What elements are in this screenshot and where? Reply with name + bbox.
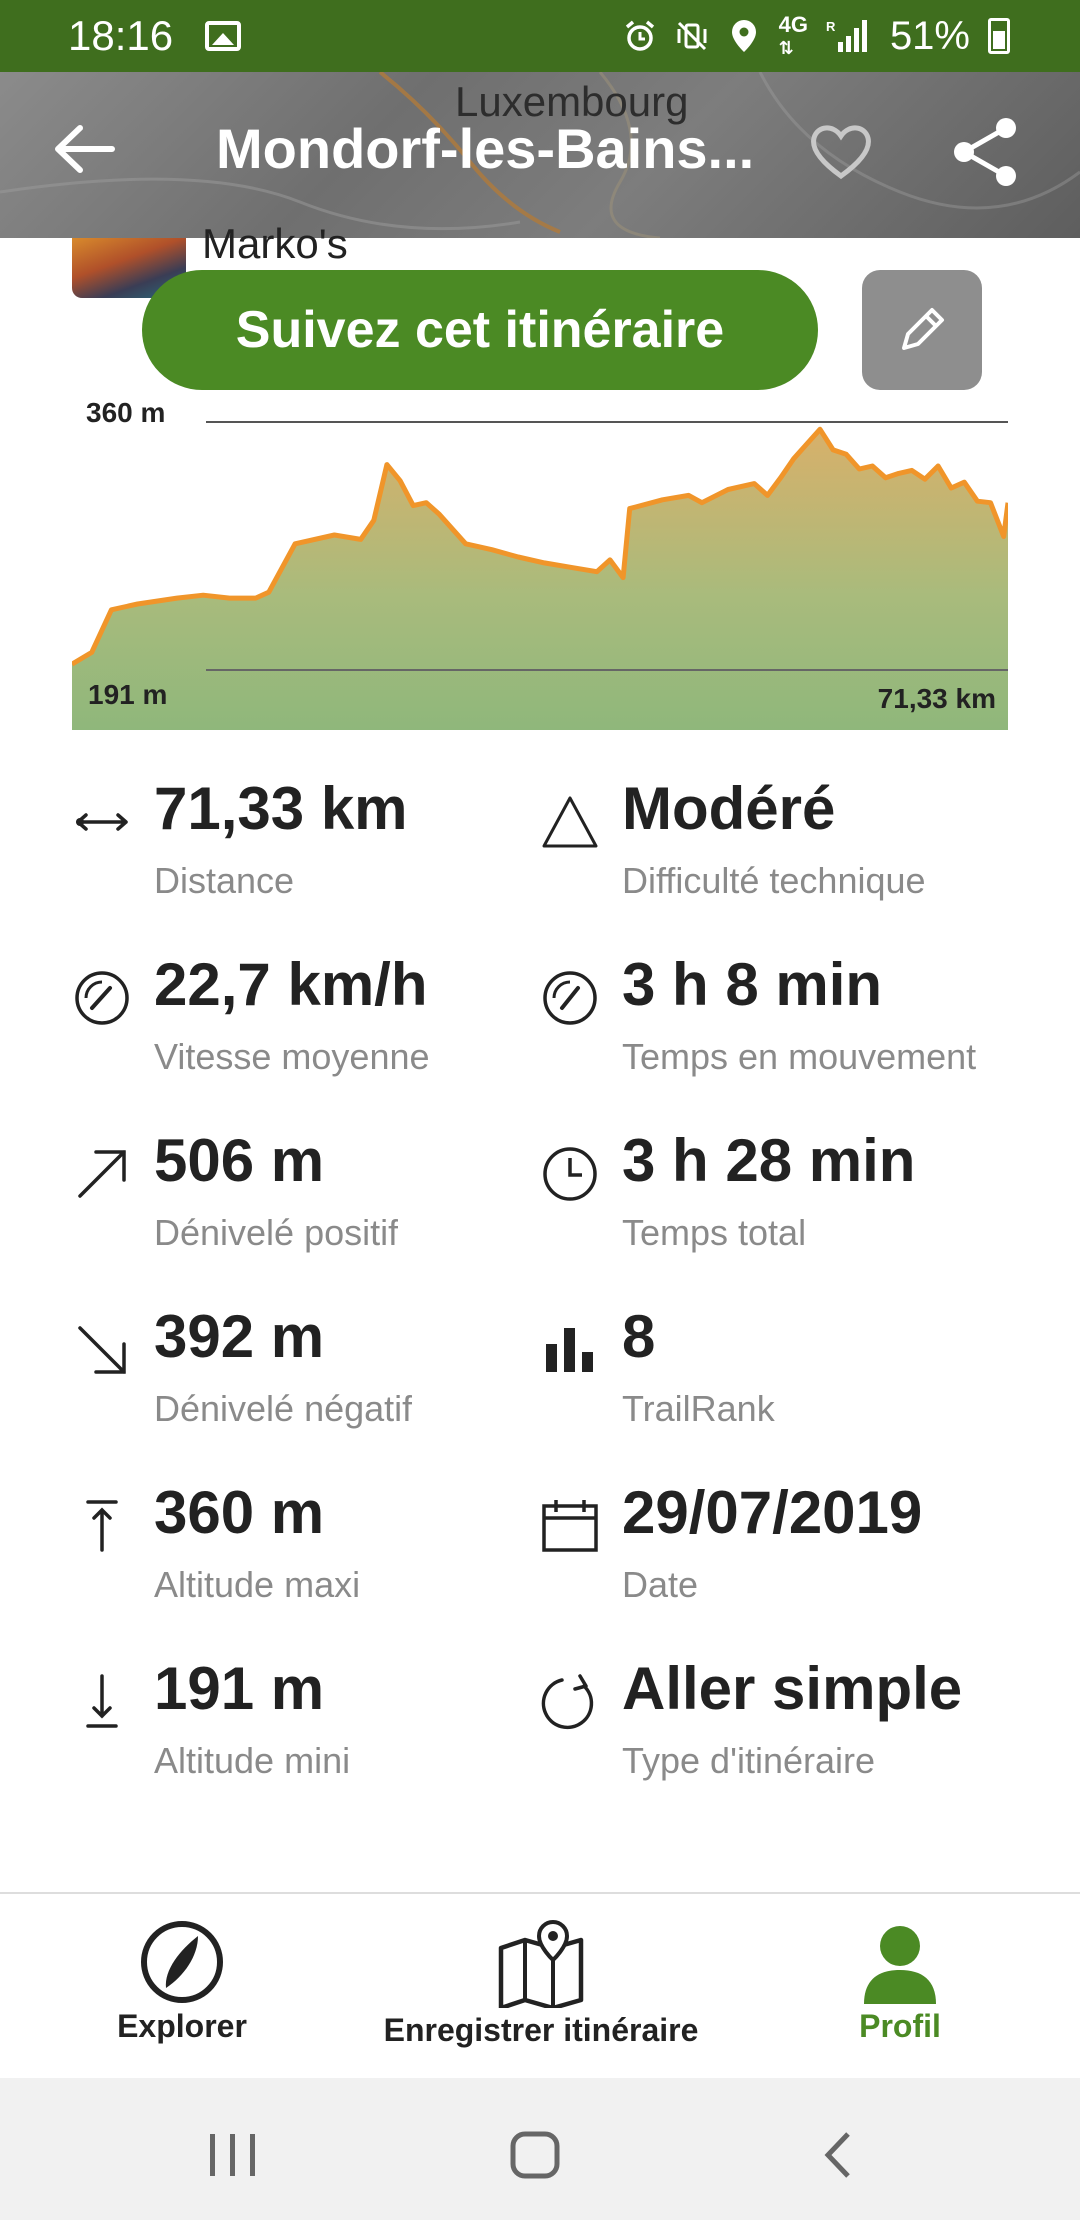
stat-value: 71,33 km	[154, 775, 408, 842]
share-button[interactable]	[948, 114, 1024, 190]
stat-label: Distance	[154, 860, 295, 901]
stat-value: 3 h 28 min	[622, 1127, 916, 1194]
stat-elevation-gain: 506 m Dénivelé positif	[72, 1122, 542, 1272]
stat-label: Vitesse moyenne	[154, 1036, 430, 1077]
gallery-notification-icon	[205, 21, 242, 51]
stat-value: 392 m	[154, 1303, 325, 1370]
elevation-chart[interactable]: 360 m 191 m 71,33 km	[70, 390, 1011, 730]
stat-label: Altitude mini	[154, 1740, 351, 1781]
stat-label: Altitude maxi	[154, 1564, 361, 1605]
stat-value: 360 m	[154, 1479, 325, 1546]
location-icon	[727, 19, 761, 53]
chart-distance-label: 71,33 km	[878, 683, 996, 714]
follow-trail-button[interactable]: Suivez cet itinéraire	[142, 270, 818, 390]
chart-max-label: 360 m	[86, 397, 165, 428]
nav-record-label: Enregistrer itinéraire	[383, 2012, 699, 2048]
profile-icon	[864, 1926, 936, 2004]
nav-explore-label: Explorer	[117, 2008, 247, 2044]
stat-value: 506 m	[154, 1127, 325, 1194]
share-icon	[954, 118, 1016, 186]
stat-moving-time: 3 h 8 min Temps en mouvement	[540, 946, 1010, 1096]
stat-date: 29/07/2019 Date	[540, 1474, 1010, 1624]
stat-difficulty: Modéré Difficulté technique	[540, 770, 1010, 920]
bottom-nav: Explorer Enregistrer itinéraire Profil	[0, 1892, 1080, 2078]
status-time: 18:16	[68, 12, 174, 59]
stat-label: Temps en mouvement	[622, 1036, 977, 1077]
stat-elevation-loss: 392 m Dénivelé négatif	[72, 1298, 542, 1448]
author-name[interactable]: Marko's	[202, 220, 348, 268]
stat-trailrank: 8 TrailRank	[540, 1298, 1010, 1448]
back-button[interactable]	[48, 112, 122, 186]
altitude-min-icon	[86, 1674, 118, 1728]
stat-value: Modéré	[622, 775, 836, 842]
calendar-icon	[542, 1500, 598, 1552]
stat-label: TrailRank	[622, 1388, 775, 1429]
stat-distance: 71,33 km Distance	[72, 770, 542, 920]
elevation-area	[72, 429, 1008, 730]
stat-label: Dénivelé négatif	[154, 1388, 413, 1429]
route-type-icon	[541, 1674, 594, 1730]
network-type: 4G ⇅	[778, 11, 808, 58]
altitude-max-icon	[86, 1500, 118, 1552]
moving-time-icon	[543, 971, 597, 1025]
stat-total-time: 3 h 28 min Temps total	[540, 1122, 1010, 1272]
stat-speed: 22,7 km/h Vitesse moyenne	[72, 946, 542, 1096]
stat-route-type: Aller simple Type d'itinéraire	[540, 1650, 1010, 1800]
alarm-icon	[623, 19, 657, 53]
status-icons: 4G ⇅ R 51%	[623, 0, 1010, 72]
difficulty-icon	[542, 796, 598, 848]
nav-profile-label: Profil	[859, 2008, 941, 2044]
stat-altitude-min: 191 m Altitude mini	[72, 1650, 542, 1800]
chart-min-label: 191 m	[88, 679, 167, 710]
heart-icon	[811, 125, 871, 180]
stat-label: Dénivelé positif	[154, 1212, 399, 1253]
elevation-gain-icon	[78, 1150, 126, 1198]
stat-label: Temps total	[622, 1212, 807, 1253]
stat-value: 22,7 km/h	[154, 951, 428, 1018]
stat-value: 29/07/2019	[622, 1479, 923, 1546]
battery-icon	[988, 18, 1010, 54]
system-back-icon[interactable]	[824, 2132, 850, 2178]
favorite-button[interactable]	[806, 116, 876, 186]
distance-icon	[76, 813, 128, 831]
recent-apps-icon[interactable]	[210, 2134, 255, 2176]
speed-icon	[75, 971, 129, 1025]
clock-icon	[543, 1147, 597, 1201]
nav-profile[interactable]: Profil	[800, 1920, 1000, 2045]
map-pin-icon	[498, 1920, 584, 2008]
trail-title: Mondorf-les-Bains...	[216, 117, 755, 180]
stat-value: 8	[622, 1303, 656, 1370]
header-map: Luxembourg Mondorf-les-Bains...	[0, 72, 1080, 238]
pencil-icon	[902, 308, 944, 350]
stat-value: Aller simple	[622, 1655, 963, 1722]
stat-altitude-max: 360 m Altitude maxi	[72, 1474, 542, 1624]
stat-label: Date	[622, 1564, 699, 1605]
system-nav-icons	[210, 2131, 850, 2179]
stat-value: 191 m	[154, 1655, 325, 1722]
compass-icon	[141, 1921, 223, 2003]
stat-label: Difficulté technique	[622, 860, 926, 901]
nav-record[interactable]: Enregistrer itinéraire	[360, 1920, 722, 2049]
nav-explore[interactable]: Explorer	[82, 1920, 282, 2045]
vibrate-mute-icon	[675, 19, 709, 53]
elevation-chart-svg: 360 m 191 m 71,33 km	[70, 397, 1011, 730]
home-icon[interactable]	[510, 2131, 560, 2179]
edit-button[interactable]	[862, 270, 982, 390]
signal-icon: R	[826, 19, 872, 53]
system-nav-bar	[0, 2078, 1080, 2220]
elevation-loss-icon	[78, 1326, 126, 1374]
trailrank-icon	[546, 1328, 593, 1372]
status-bar: 18:16 4G ⇅ R 51%	[0, 0, 1080, 72]
arrow-left-icon	[55, 125, 115, 173]
svg-text:R: R	[826, 19, 836, 34]
battery-percent: 51%	[889, 13, 970, 58]
screen: 18:16 4G ⇅ R 51% Luxembourg Mondorf-les-…	[0, 0, 1080, 2220]
stat-value: 3 h 8 min	[622, 951, 883, 1018]
stat-label: Type d'itinéraire	[622, 1740, 876, 1781]
